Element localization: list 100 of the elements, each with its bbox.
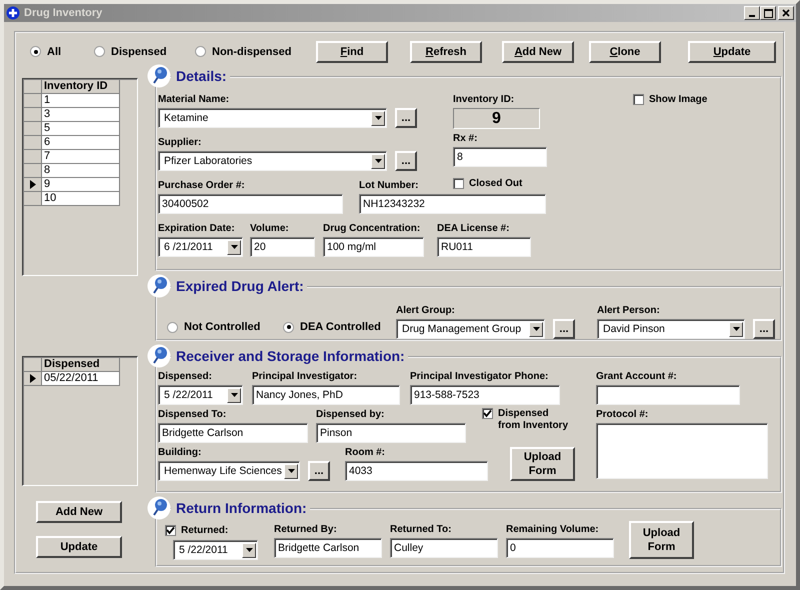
dropdown-field[interactable]: Pfizer Laboratories [158,151,387,171]
text-area[interactable] [596,423,768,479]
field-label: Building: [158,446,202,459]
text-field[interactable]: 913-588-7523 [410,385,560,405]
text-field[interactable]: 8 [453,147,547,167]
toolbar-button[interactable]: Clone [589,40,661,62]
close-icon [782,9,790,17]
grid-cell[interactable]: 05/22/2011 [42,372,120,386]
row-pointer-icon [30,374,36,383]
close-button[interactable] [778,6,794,20]
dropdown-field[interactable]: Drug Management Group [396,319,545,339]
grid-cell[interactable]: 10 [42,192,120,206]
field-label: Lot Number: [359,179,418,192]
browse-button[interactable]: ... [308,461,330,481]
field-label: Returned By: [274,523,337,536]
row-pointer-icon [30,180,36,189]
text-field[interactable]: 0 [506,538,614,558]
checkbox[interactable] [633,94,644,105]
checkbox-label: Dispensed from Inventory [498,408,570,432]
section-title: Return Information: [171,500,310,516]
side-button[interactable]: Update [36,536,122,558]
grid-cell[interactable]: 3 [42,108,120,122]
dropdown-field[interactable]: David Pinson [597,319,745,339]
field-label: Alert Person: [597,304,660,317]
field-label: Alert Group: [396,304,455,317]
text-field[interactable]: RU011 [437,237,531,257]
field-label: Rx #: [453,132,478,145]
text-field[interactable]: 30400502 [158,194,343,214]
toolbar-button[interactable]: Add New [502,40,574,62]
dropdown-field[interactable]: Ketamine [158,108,387,128]
date-picker-field[interactable]: 5 /22/2011 [173,540,258,560]
field-label: Dispensed To: [158,408,226,421]
grid-cell[interactable]: 7 [42,150,120,164]
field-label: DEA License #: [437,222,510,235]
upload-form-button[interactable]: Upload Form [629,521,694,559]
section-title: Expired Drug Alert: [171,278,307,294]
checkbox[interactable] [482,408,493,419]
radio-button[interactable] [195,46,206,57]
text-field[interactable]: Pinson [316,423,466,443]
text-field[interactable]: 20 [250,237,315,257]
maximize-button[interactable] [760,6,776,20]
radio-button[interactable] [283,322,294,332]
radio-button[interactable] [94,46,105,57]
field-label: Returned To: [390,523,452,536]
field-label: Principal Investigator Phone: [410,370,548,383]
text-field[interactable]: Bridgette Carlson [274,538,382,558]
grid-cell[interactable]: 6 [42,136,120,150]
field-label: Room #: [345,446,385,459]
text-field[interactable]: Bridgette Carlson [158,423,308,443]
dropdown-field[interactable]: Hemenway Life Sciences [158,461,300,481]
field-label: Dispensed by: [316,408,384,421]
field-label: Inventory ID: [453,93,514,106]
browse-button[interactable]: ... [553,319,575,339]
field-label: Expiration Date: [158,222,235,235]
checkbox-label: Returned: [181,525,228,537]
field-label: Supplier: [158,136,202,149]
checkbox-label: Show Image [649,94,708,106]
text-field[interactable]: Culley [390,538,498,558]
radio-label: Not Controlled [184,321,260,333]
row-selector[interactable] [24,178,42,192]
browse-button[interactable]: ... [753,319,775,339]
radio-button[interactable] [30,46,41,57]
text-field[interactable]: 4033 [345,461,488,481]
checkbox[interactable] [453,178,464,189]
radio-button[interactable] [167,322,178,332]
checkbox-label: Closed Out [469,178,522,190]
text-field[interactable]: 100 mg/ml [323,237,424,257]
field-label: Protocol #: [596,408,648,421]
toolbar-button[interactable]: Find [316,40,388,62]
browse-button[interactable]: ... [395,151,417,171]
id-display: 9 [453,108,540,129]
field-label: Principal Investigator: [252,370,358,383]
minimize-button[interactable] [744,6,760,20]
browse-button[interactable]: ... [395,108,417,128]
field-label: Remaining Volume: [506,523,599,536]
field-label: Dispensed: [158,370,212,383]
row-selector[interactable] [24,372,42,386]
date-picker-field[interactable]: 5 /22/2011 [158,385,243,405]
text-field[interactable] [596,385,740,405]
plus-icon [6,6,20,20]
date-picker-field[interactable]: 6 /21/2011 [158,237,243,257]
text-field[interactable]: NH12343232 [359,194,546,214]
checkbox[interactable] [165,525,176,536]
toolbar-button[interactable]: Update [688,40,776,62]
text-field[interactable]: Nancy Jones, PhD [252,385,400,405]
toolbar-button[interactable]: Refresh [410,40,482,62]
field-label: Purchase Order #: [158,179,245,192]
section-title: Details: [171,68,230,84]
grid-cell[interactable]: 8 [42,164,120,178]
upload-form-button[interactable]: Upload Form [510,447,575,481]
field-label: Volume: [250,222,289,235]
radio-label: Non-dispensed [212,46,292,58]
grid-cell[interactable]: 9 [42,178,120,192]
field-label: Material Name: [158,93,230,106]
grid-cell[interactable]: 5 [42,122,120,136]
side-button[interactable]: Add New [36,501,122,523]
column-header: Inventory ID [42,80,120,94]
grid-cell[interactable]: 1 [42,94,120,108]
radio-label: DEA Controlled [300,321,381,333]
maximize-icon [764,8,772,18]
